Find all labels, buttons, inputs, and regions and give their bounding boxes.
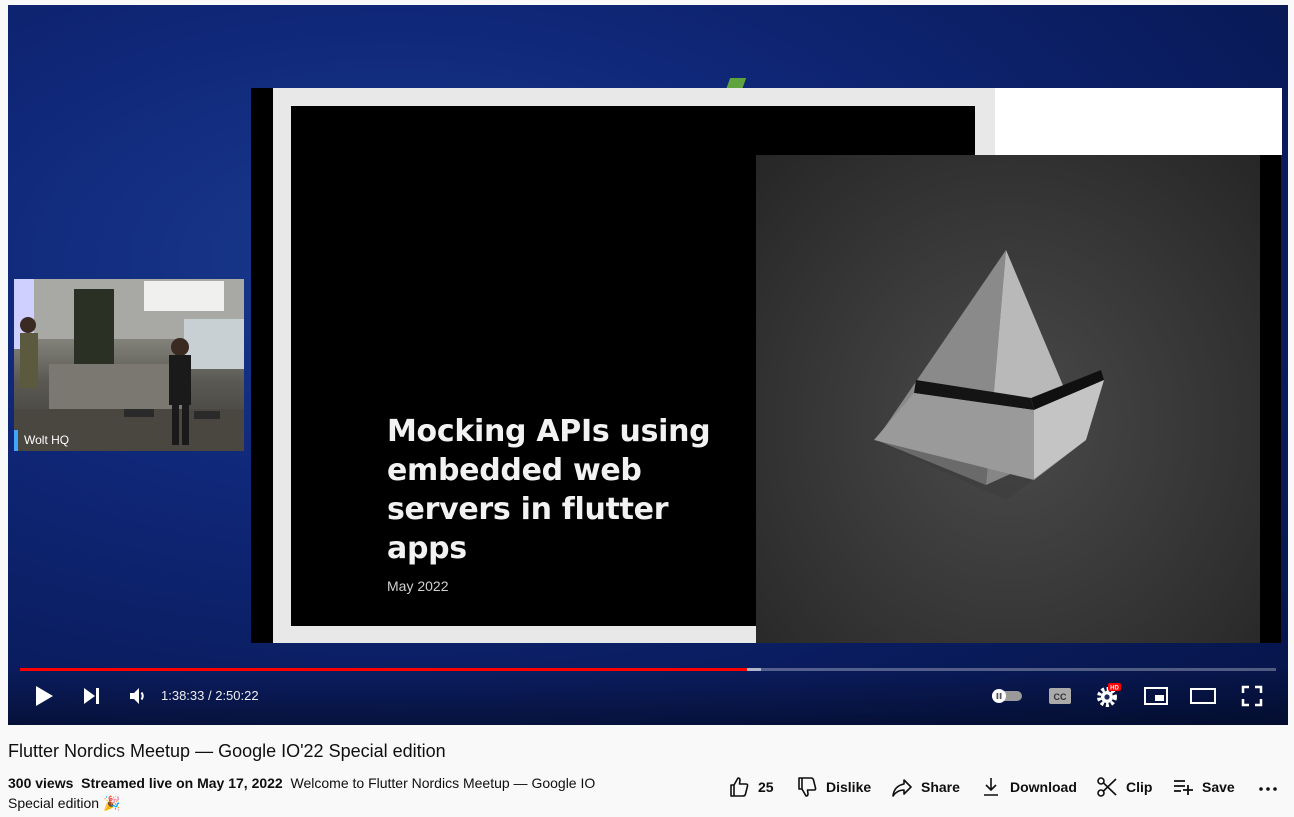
cc-button[interactable]: CC: [1044, 681, 1076, 711]
view-count: 300 views: [8, 775, 74, 791]
play-icon: [36, 686, 53, 706]
more-actions-button[interactable]: [1256, 775, 1280, 799]
video-player[interactable]: Mocking APIs using embedded web servers …: [8, 5, 1288, 725]
stream-date: Streamed live on May 17, 2022: [81, 775, 283, 791]
autoplay-toggle[interactable]: [988, 681, 1026, 711]
next-icon: [84, 688, 99, 704]
save-label: Save: [1202, 779, 1235, 795]
playlist-add-icon: [1174, 780, 1193, 795]
like-count: 25: [758, 779, 774, 795]
thumbs-up-icon: [730, 777, 749, 797]
slide-date: May 2022: [387, 578, 449, 594]
fullscreen-button[interactable]: [1236, 681, 1268, 711]
settings-button[interactable]: HD: [1092, 681, 1124, 711]
video-description[interactable]: 300 views Streamed live on May 17, 2022 …: [8, 773, 608, 813]
svg-text:HD: HD: [1110, 686, 1119, 692]
share-icon: [892, 779, 912, 797]
miniplayer-icon: [1144, 687, 1168, 705]
gear-icon: HD: [1097, 683, 1121, 707]
cc-icon: CC: [1049, 688, 1071, 704]
clip-button[interactable]: Clip: [1096, 775, 1152, 799]
next-button[interactable]: [78, 681, 106, 711]
time-display: 1:38:33 / 2:50:22: [161, 688, 259, 703]
slide-pyramid-video: [756, 155, 1260, 643]
fullscreen-icon: [1241, 685, 1263, 707]
thumbs-down-icon: [798, 777, 817, 797]
theater-icon: [1190, 688, 1216, 704]
video-title: Flutter Nordics Meetup — Google IO'22 Sp…: [8, 741, 446, 761]
camera-pip: Wolt HQ: [14, 279, 244, 451]
presentation-slide: Mocking APIs using embedded web servers …: [251, 88, 1282, 643]
dislike-button[interactable]: Dislike: [796, 775, 871, 799]
volume-icon: [130, 688, 144, 704]
more-horizontal-icon: [1259, 787, 1277, 791]
room-camera-image: [14, 279, 244, 451]
clip-label: Clip: [1126, 779, 1153, 795]
play-button[interactable]: [30, 681, 58, 711]
svg-text:CC: CC: [1054, 692, 1067, 702]
download-label: Download: [1010, 779, 1077, 795]
autoplay-toggle-icon: [992, 689, 1022, 703]
miniplayer-button[interactable]: [1140, 681, 1172, 711]
save-button[interactable]: Save: [1172, 775, 1235, 799]
dislike-label: Dislike: [826, 779, 872, 795]
like-button[interactable]: 25: [728, 775, 774, 799]
volume-button[interactable]: [124, 681, 152, 711]
scissors-icon: [1097, 777, 1117, 797]
progress-played: [20, 668, 747, 671]
download-icon: [984, 778, 998, 796]
pyramid-image: [874, 250, 1104, 500]
progress-bar[interactable]: [20, 668, 1276, 671]
pip-label: Wolt HQ: [14, 430, 69, 451]
download-button[interactable]: Download: [980, 775, 1077, 799]
share-label: Share: [921, 779, 960, 795]
slide-title: Mocking APIs using embedded web servers …: [387, 414, 711, 566]
share-button[interactable]: Share: [891, 775, 960, 799]
theater-button[interactable]: [1186, 681, 1220, 711]
